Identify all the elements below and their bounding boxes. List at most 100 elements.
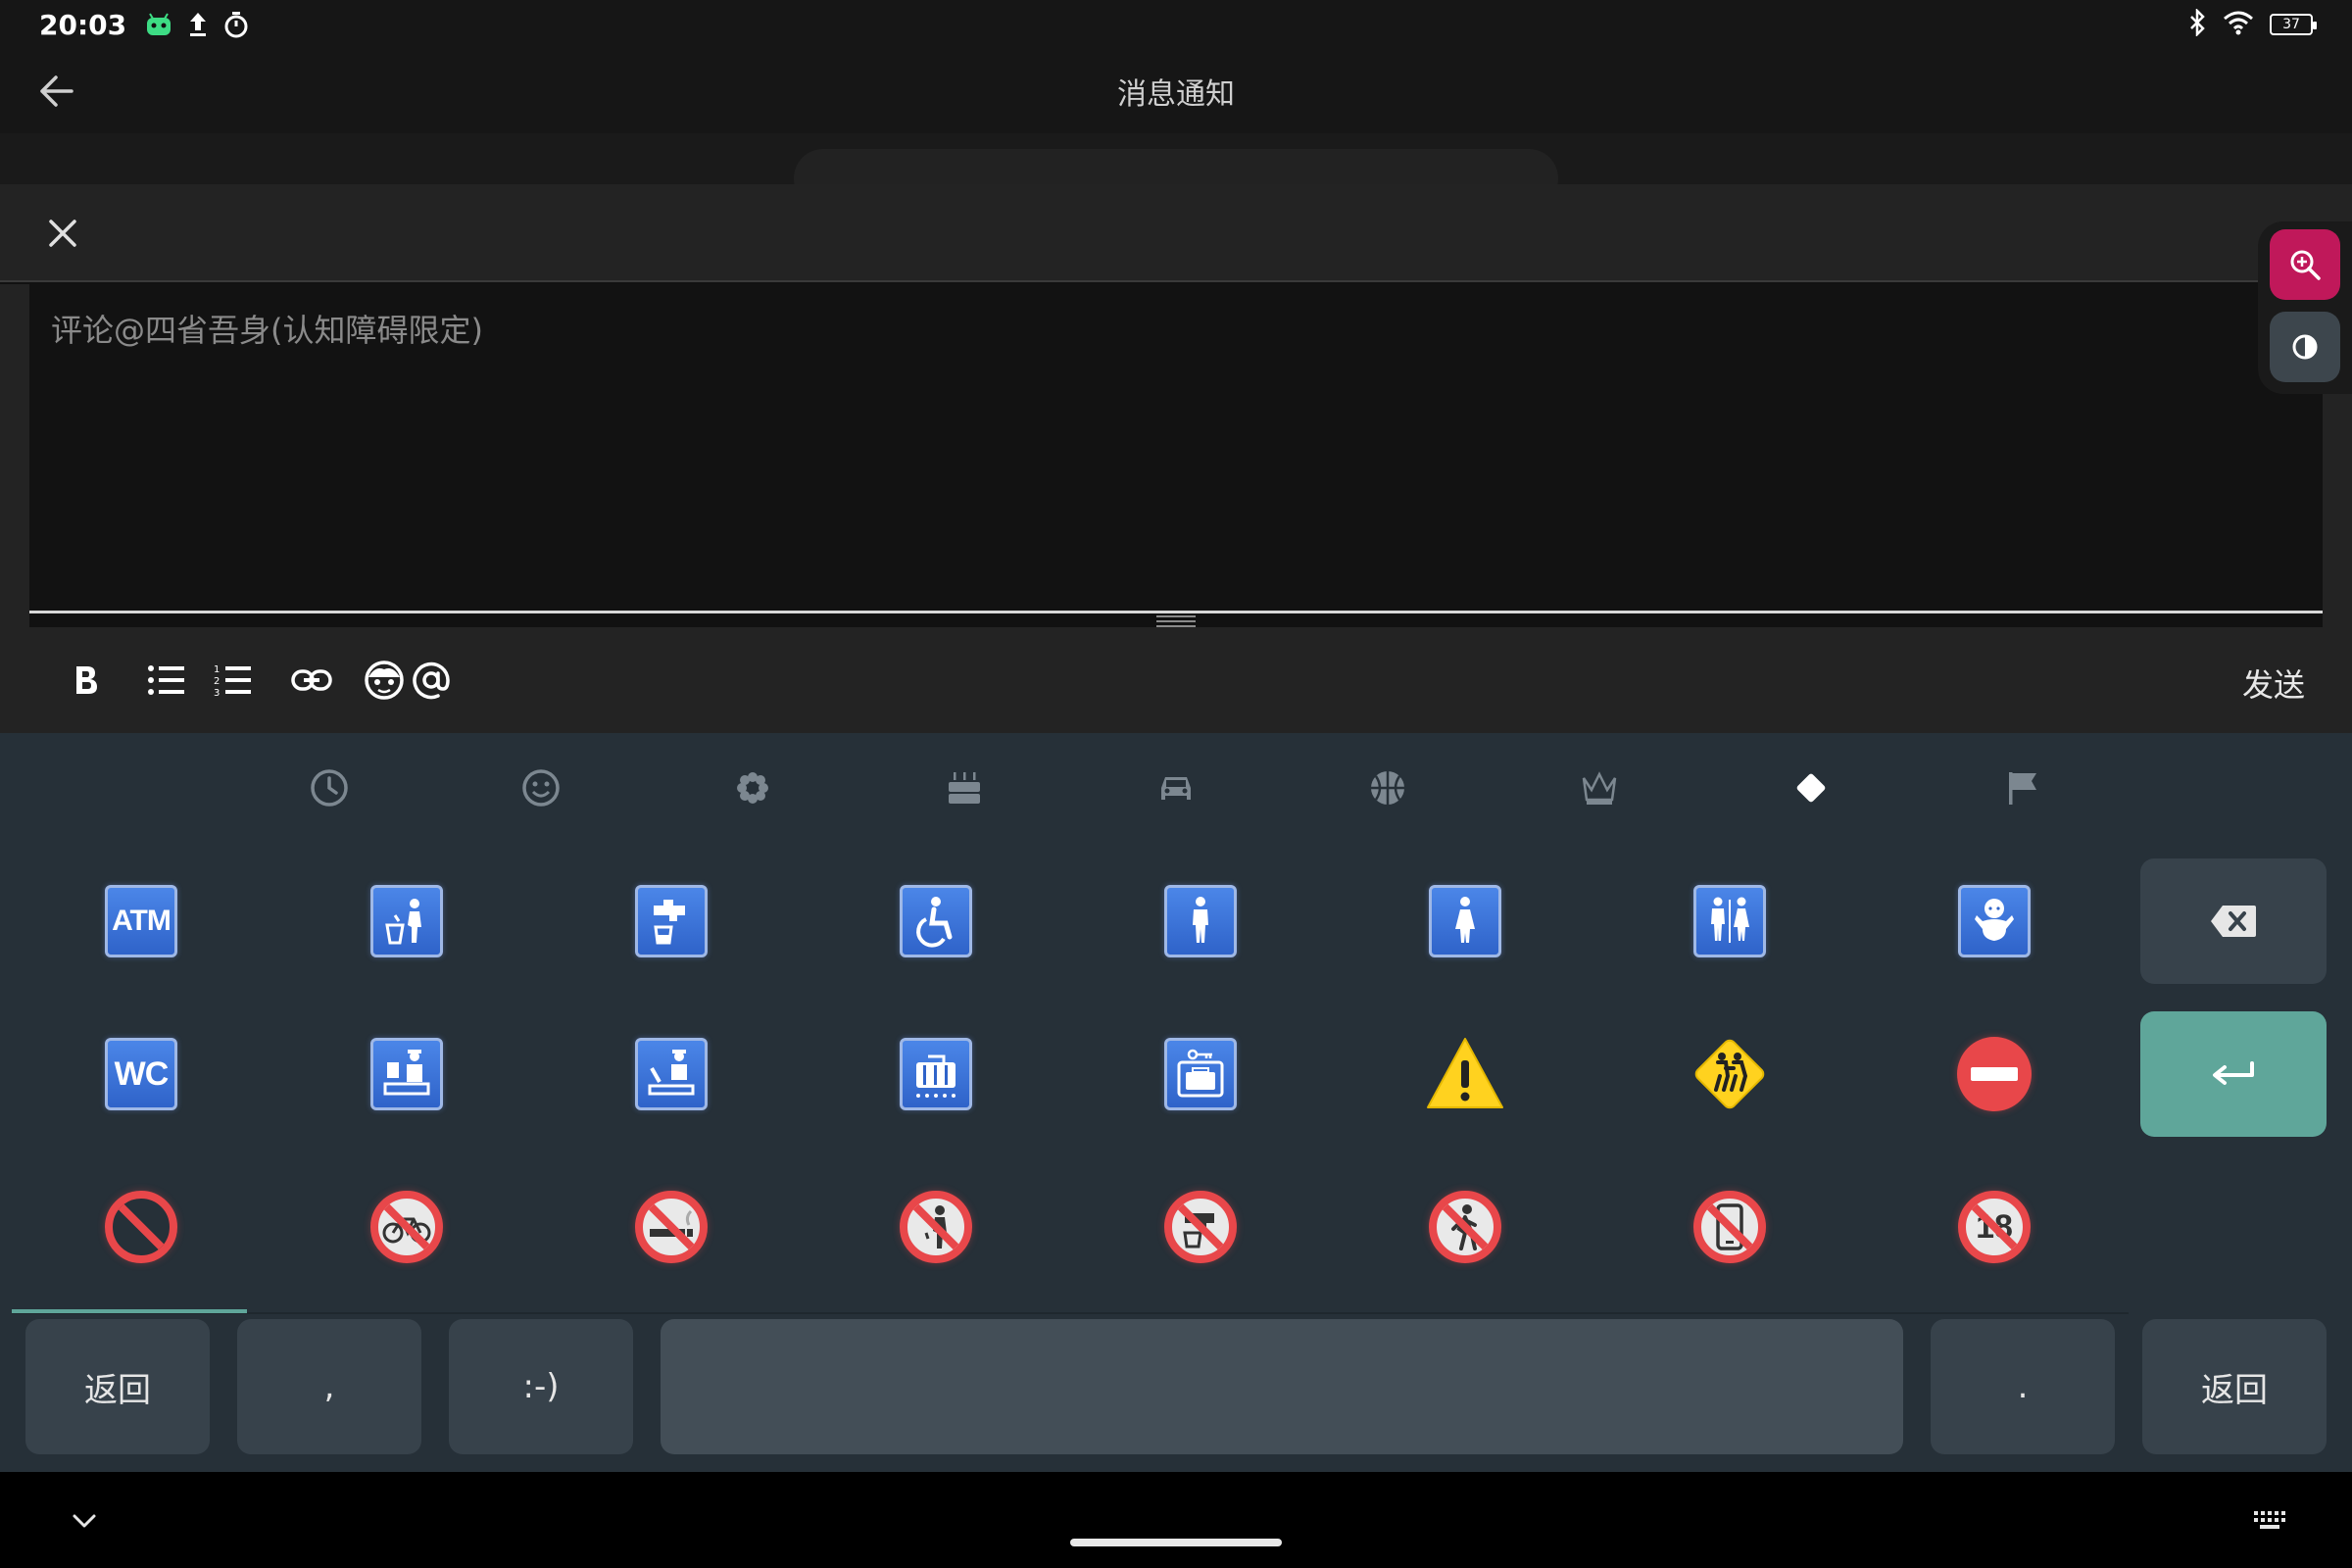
symbols-icon: [1796, 773, 1826, 803]
cigarette-icon: [650, 1209, 693, 1237]
send-button[interactable]: 发送: [2242, 661, 2305, 706]
home-indicator[interactable]: [1070, 1539, 1282, 1546]
battery-level: 37: [2282, 17, 2300, 32]
svg-text:2: 2: [214, 676, 220, 687]
recent-icon: [311, 769, 348, 807]
numbered-list-button[interactable]: 123: [210, 657, 257, 704]
emoji-no-littering[interactable]: [895, 1186, 977, 1268]
category-travel[interactable]: [1147, 759, 1205, 817]
passport-control-icon: [383, 1050, 430, 1096]
emoji-passport-control[interactable]: [366, 1033, 448, 1115]
emoji-no-mobile-phones[interactable]: [1689, 1186, 1771, 1268]
bicycle-icon: [382, 1217, 431, 1244]
category-objects[interactable]: [1570, 759, 1629, 817]
baby-icon: [1975, 899, 2014, 941]
comma-key[interactable]: ,: [237, 1319, 421, 1454]
littering-icon: [924, 1205, 947, 1249]
emoji-atm[interactable]: ATM: [100, 880, 182, 962]
at-sign-icon: [413, 662, 450, 700]
customs-icon: [648, 1050, 695, 1096]
enter-key[interactable]: [2140, 1011, 2327, 1137]
status-time: 20:03: [39, 8, 127, 41]
category-recent[interactable]: [300, 759, 359, 817]
emoji-wc[interactable]: WC: [100, 1033, 182, 1115]
zoom-button[interactable]: [2270, 229, 2340, 300]
numbered-list-icon: 123: [214, 664, 251, 698]
emoji-no-pedestrians[interactable]: [1424, 1186, 1506, 1268]
emoji-potable-water[interactable]: [630, 880, 712, 962]
emoji-non-potable-water[interactable]: [1159, 1186, 1242, 1268]
comment-input[interactable]: [29, 284, 2323, 611]
litter-icon: [385, 899, 421, 945]
woman-icon: [1455, 897, 1475, 943]
category-flags[interactable]: [1993, 759, 2052, 817]
emoji-warning[interactable]: [1424, 1033, 1506, 1115]
emoji-button[interactable]: [361, 657, 408, 704]
comment-area: [29, 284, 2323, 613]
emoji-prohibited[interactable]: [100, 1186, 182, 1268]
left-luggage-icon: [1177, 1049, 1224, 1098]
basketball-icon: [1371, 771, 1404, 805]
space-key[interactable]: [661, 1319, 1903, 1454]
backspace-key[interactable]: [2140, 858, 2327, 984]
wc-label: WC: [114, 1054, 170, 1093]
nature-icon: [737, 772, 768, 804]
category-nature[interactable]: [723, 759, 782, 817]
keyboard-icon: [2254, 1511, 2285, 1529]
smiley-key[interactable]: :-): [449, 1319, 633, 1454]
mention-button[interactable]: [408, 657, 455, 704]
zoom-in-icon: [2290, 250, 2321, 280]
car-icon: [1161, 777, 1191, 800]
emoji-keyboard: ATM WC 18 返回 ,:-) . 返回: [0, 733, 2352, 1472]
svg-text:1: 1: [214, 664, 220, 675]
emoji-mens-room[interactable]: [1159, 880, 1242, 962]
pedestrian-icon: [1451, 1204, 1477, 1250]
navigation-bar: [0, 1472, 2352, 1568]
category-symbols[interactable]: [1782, 759, 1840, 817]
cake-icon: [949, 772, 980, 804]
upload-icon: [187, 11, 209, 38]
link-button[interactable]: [288, 657, 335, 704]
wheelchair-icon: [916, 897, 953, 948]
emoji-baggage-claim[interactable]: [895, 1033, 977, 1115]
collapse-keyboard-button[interactable]: [61, 1503, 108, 1539]
bold-button[interactable]: [63, 657, 110, 704]
emoji-put-litter[interactable]: [366, 880, 448, 962]
bullet-list-button[interactable]: [143, 657, 190, 704]
emoji-customs[interactable]: [630, 1033, 712, 1115]
bullet-list-icon: [148, 665, 184, 695]
mobile-phone-icon: [1716, 1203, 1743, 1250]
emoji-left-luggage[interactable]: [1159, 1033, 1242, 1115]
back-key-right[interactable]: 返回: [2142, 1319, 2327, 1454]
emoji-no-entry[interactable]: [1953, 1033, 2035, 1115]
category-food[interactable]: [935, 759, 994, 817]
crown-icon: [1582, 771, 1617, 805]
android-notification-icon: [144, 12, 173, 37]
atm-label: ATM: [112, 905, 172, 937]
bold-icon: [76, 666, 97, 694]
backspace-icon: [2211, 906, 2256, 937]
emoji-wheelchair[interactable]: [895, 880, 977, 962]
link-icon: [291, 669, 332, 691]
emoji-children-crossing[interactable]: [1689, 1033, 1771, 1115]
tap-icon: [1183, 1213, 1214, 1249]
man-icon: [1193, 897, 1208, 943]
keyboard-switch-button[interactable]: [2250, 1507, 2289, 1535]
back-key-left[interactable]: 返回: [25, 1319, 210, 1454]
contrast-button[interactable]: [2270, 312, 2340, 382]
emoji-restroom[interactable]: [1689, 880, 1771, 962]
status-bar: 20:03 37: [0, 0, 2352, 49]
emoji-womens-room[interactable]: [1424, 880, 1506, 962]
back-button[interactable]: [33, 69, 78, 114]
category-activities[interactable]: [1358, 759, 1417, 817]
resize-handle[interactable]: [1156, 615, 1196, 627]
emoji-baby-symbol[interactable]: [1953, 880, 2035, 962]
emoji-no-one-under-eighteen[interactable]: 18: [1953, 1186, 2035, 1268]
editor-toolbar: 123 发送: [0, 627, 2352, 733]
pager-track: [12, 1312, 2129, 1314]
category-smileys[interactable]: [512, 759, 570, 817]
emoji-no-bicycles[interactable]: [366, 1186, 448, 1268]
emoji-no-smoking[interactable]: [630, 1186, 712, 1268]
period-key[interactable]: .: [1931, 1319, 2115, 1454]
close-button[interactable]: [39, 210, 86, 257]
